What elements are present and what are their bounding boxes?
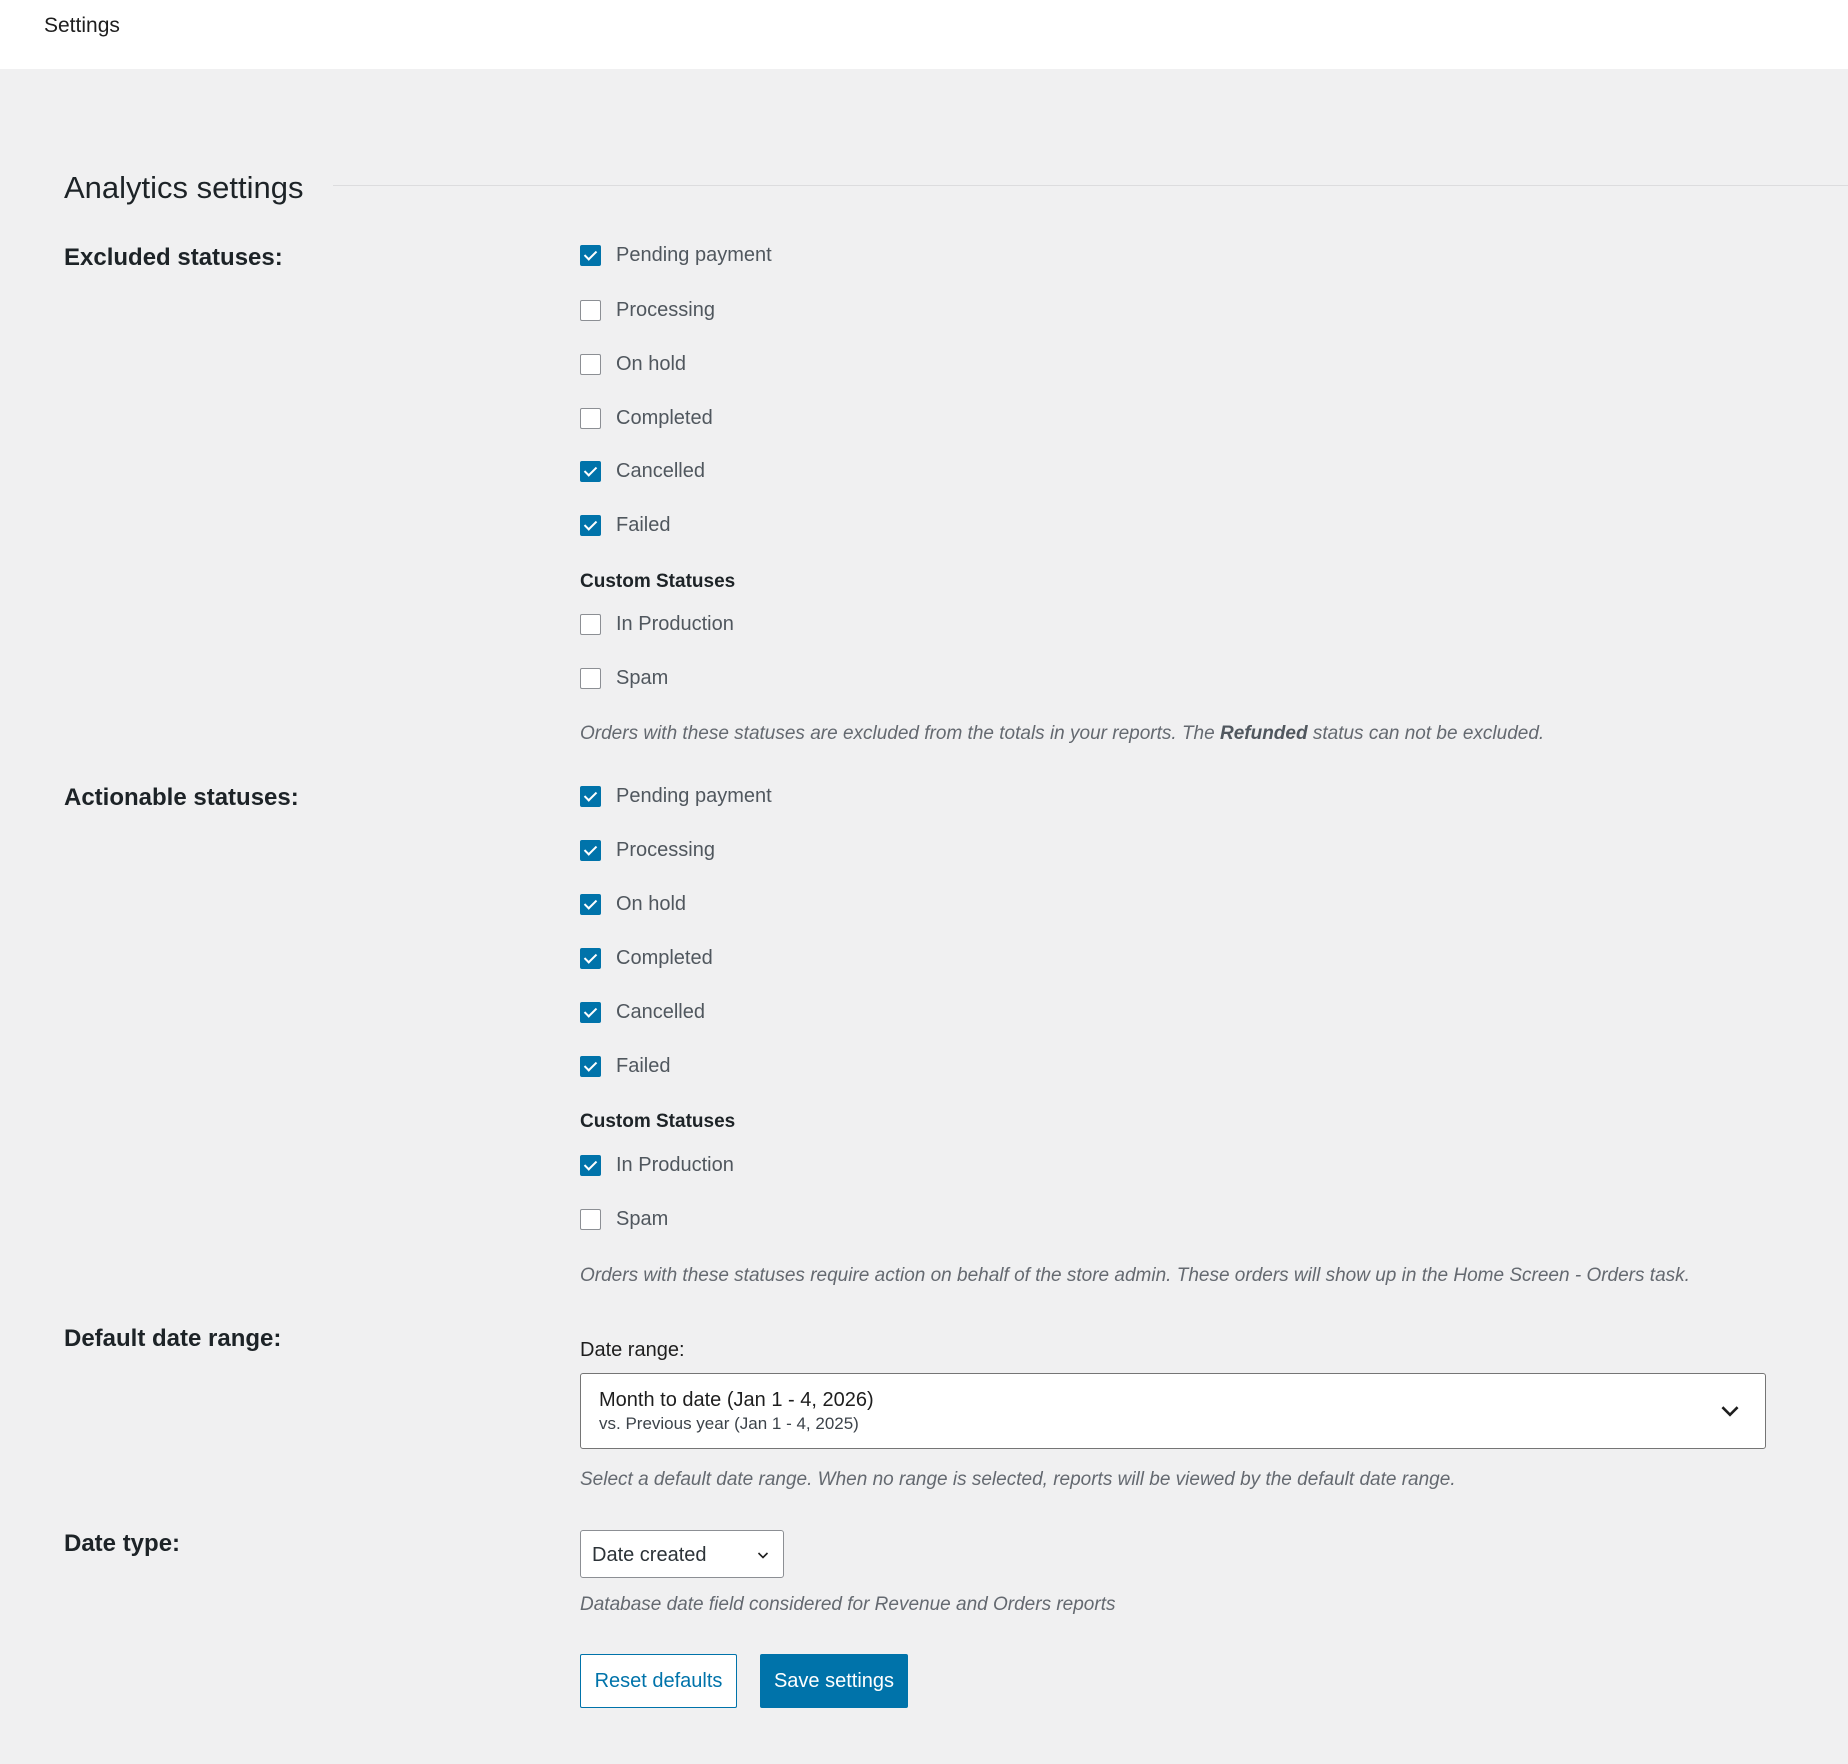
checkbox-label: On hold xyxy=(616,353,687,375)
actionable-checkbox-cancelled[interactable]: Cancelled xyxy=(580,997,705,1027)
checkbox-checked[interactable] xyxy=(580,244,601,266)
checkbox-checked[interactable] xyxy=(580,514,601,536)
checkbox-unchecked[interactable] xyxy=(580,613,601,635)
date-range-comparison: vs. Previous year (Jan 1 - 4, 2025) xyxy=(599,1414,859,1433)
chevron-down-icon xyxy=(757,1552,769,1559)
date-range-field-label: Date range: xyxy=(580,1339,685,1361)
checkbox-label: In Production xyxy=(616,613,734,635)
excluded-checkbox-spam[interactable]: Spam xyxy=(580,663,668,693)
checkbox-checked[interactable] xyxy=(580,893,601,915)
checkbox-label: Processing xyxy=(616,299,715,321)
checkbox-label: Completed xyxy=(616,947,713,969)
actionable-checkbox-on-hold[interactable]: On hold xyxy=(580,889,686,919)
date-range-help-text: Select a default date range. When no ran… xyxy=(580,1469,1456,1490)
checkbox-label: Cancelled xyxy=(616,1001,705,1023)
excluded-statuses-label: Excluded statuses: xyxy=(64,244,283,271)
checkbox-checked[interactable] xyxy=(580,839,601,861)
checkbox-label: Spam xyxy=(616,1208,669,1230)
checkbox-unchecked[interactable] xyxy=(580,407,601,429)
date-type-select[interactable]: Date created xyxy=(580,1530,784,1578)
default-date-range-label: Default date range: xyxy=(64,1325,282,1352)
page-title: Analytics settings xyxy=(64,170,304,205)
checkbox-label: Pending payment xyxy=(616,244,772,266)
save-settings-button[interactable]: Save settings xyxy=(760,1654,908,1708)
date-range-picker[interactable]: Month to date (Jan 1 - 4, 2026) vs. Prev… xyxy=(580,1373,1766,1449)
checkbox-label: Failed xyxy=(616,1055,671,1077)
checkbox-checked[interactable] xyxy=(580,785,601,807)
reset-defaults-button[interactable]: Reset defaults xyxy=(580,1654,737,1708)
excluded-checkbox-on-hold[interactable]: On hold xyxy=(580,349,686,379)
actionable-custom-statuses-heading: Custom Statuses xyxy=(580,1111,736,1132)
chevron-down-icon[interactable] xyxy=(1717,1398,1743,1424)
top-header-bar: Settings xyxy=(0,0,1848,69)
checkbox-label: Completed xyxy=(616,407,713,429)
checkbox-label: Pending payment xyxy=(616,785,772,807)
checkbox-checked[interactable] xyxy=(580,1154,601,1176)
actionable-checkbox-pending-payment[interactable]: Pending payment xyxy=(580,781,772,811)
checkbox-unchecked[interactable] xyxy=(580,353,601,375)
date-range-primary: Month to date (Jan 1 - 4, 2026) xyxy=(599,1389,874,1411)
date-type-selected-value: Date created xyxy=(592,1544,707,1566)
actionable-help-text: Orders with these statuses require actio… xyxy=(580,1265,1690,1286)
help-text-part: Orders with these statuses are excluded … xyxy=(580,723,1220,744)
actionable-checkbox-failed[interactable]: Failed xyxy=(580,1051,670,1081)
date-type-label: Date type: xyxy=(64,1530,181,1557)
actionable-checkbox-spam[interactable]: Spam xyxy=(580,1204,668,1234)
checkbox-unchecked[interactable] xyxy=(580,667,601,689)
excluded-custom-statuses-heading: Custom Statuses xyxy=(580,571,736,592)
excluded-checkbox-pending-payment[interactable]: Pending payment xyxy=(580,240,772,270)
checkbox-checked[interactable] xyxy=(580,1055,601,1077)
checkbox-unchecked[interactable] xyxy=(580,1208,601,1230)
checkbox-label: On hold xyxy=(616,893,687,915)
excluded-checkbox-cancelled[interactable]: Cancelled xyxy=(580,456,705,486)
checkbox-label: Cancelled xyxy=(616,460,705,482)
help-text-bold: Refunded xyxy=(1219,723,1308,744)
checkbox-unchecked[interactable] xyxy=(580,299,601,321)
date-type-help-text: Database date field considered for Reven… xyxy=(580,1594,1116,1615)
excluded-checkbox-in-production[interactable]: In Production xyxy=(580,609,734,639)
checkbox-label: In Production xyxy=(616,1154,734,1176)
excluded-checkbox-processing[interactable]: Processing xyxy=(580,295,715,325)
checkbox-checked[interactable] xyxy=(580,460,601,482)
actionable-checkbox-processing[interactable]: Processing xyxy=(580,835,715,865)
actionable-checkbox-completed[interactable]: Completed xyxy=(580,943,713,973)
breadcrumb-settings: Settings xyxy=(44,14,120,37)
excluded-help-text: Orders with these statuses are excluded … xyxy=(580,722,1544,746)
section-divider xyxy=(333,185,1848,186)
excluded-checkbox-completed[interactable]: Completed xyxy=(580,403,713,433)
checkbox-label: Spam xyxy=(616,667,669,689)
actionable-checkbox-in-production[interactable]: In Production xyxy=(580,1150,734,1180)
checkbox-label: Failed xyxy=(616,514,671,536)
excluded-checkbox-failed[interactable]: Failed xyxy=(580,510,670,540)
actionable-statuses-label: Actionable statuses: xyxy=(64,784,299,811)
help-text-part: status can not be excluded. xyxy=(1307,723,1545,744)
checkbox-checked[interactable] xyxy=(580,947,601,969)
checkbox-label: Processing xyxy=(616,839,715,861)
checkbox-checked[interactable] xyxy=(580,1001,601,1023)
